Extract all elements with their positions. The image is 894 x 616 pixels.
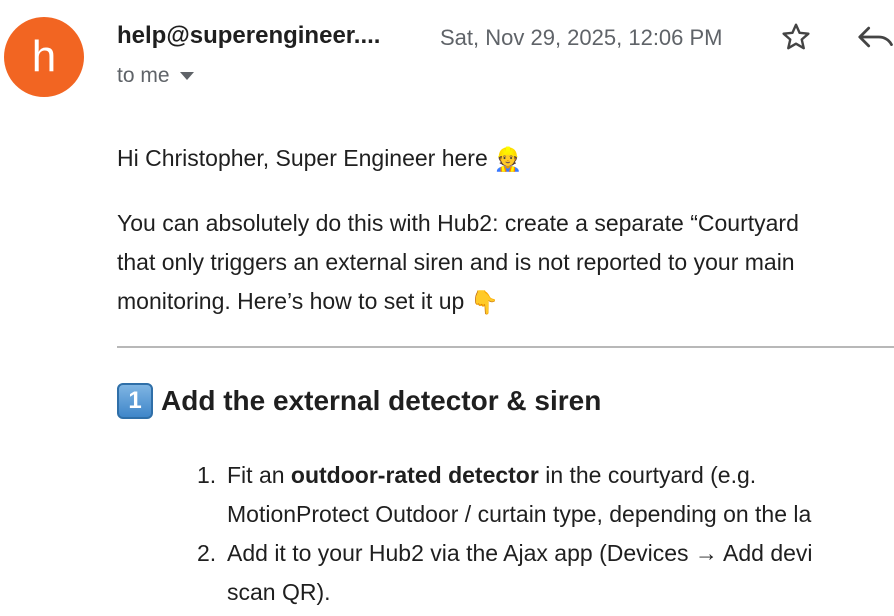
sender-name[interactable]: help@superengineer....	[117, 22, 380, 50]
list-text-post: in the courtyard (e.g.	[538, 462, 757, 488]
star-outline-icon	[782, 23, 810, 50]
star-button[interactable]	[779, 20, 813, 54]
paragraph-line-3: monitoring. Here’s how to set it up 👇	[117, 282, 499, 322]
list-item-continuation: MotionProtect Outdoor / curtain type, de…	[227, 501, 812, 527]
list-item: 2. Add it to your Hub2 via the Ajax app (…	[197, 534, 813, 573]
list-text-pre: Fit an	[227, 462, 291, 488]
section-title: Add the external detector & siren	[161, 385, 602, 416]
recipient-details-toggle[interactable]: to me	[117, 64, 196, 88]
construction-worker-emoji: 👷	[493, 146, 523, 173]
paragraph-line-1: You can absolutely do this with Hub2: cr…	[117, 210, 799, 236]
greeting-text: Hi Christopher, Super Engineer here	[117, 145, 488, 171]
list-number: 2.	[197, 540, 217, 566]
avatar-letter: h	[31, 32, 57, 81]
paragraph-line-2: that only triggers an external siren and…	[117, 249, 795, 275]
sender-avatar[interactable]: h	[4, 17, 84, 97]
list-text: Add it to your Hub2 via the Ajax app (De…	[227, 540, 813, 566]
pointing-down-emoji: 👇	[470, 289, 499, 316]
list-number: 1.	[197, 462, 217, 488]
email-date: Sat, Nov 29, 2025, 12:06 PM	[440, 25, 723, 50]
section-heading: 1 Add the external detector & siren	[117, 383, 601, 419]
list-item: 1. Fit an outdoor-rated detector in the c…	[197, 456, 756, 495]
list-item-continuation: scan QR).	[227, 579, 331, 605]
recipient-label: to me	[117, 64, 170, 87]
reply-button[interactable]	[856, 20, 894, 54]
greeting-line: Hi Christopher, Super Engineer here 👷	[117, 139, 522, 179]
caret-down-icon	[179, 72, 194, 80]
list-text-bold: outdoor-rated detector	[290, 462, 539, 488]
paragraph-line-3-text: monitoring. Here’s how to set it up	[117, 288, 465, 314]
keycap-one-icon: 1	[117, 383, 153, 419]
horizontal-divider	[117, 346, 894, 348]
reply-arrow-icon	[858, 26, 893, 48]
